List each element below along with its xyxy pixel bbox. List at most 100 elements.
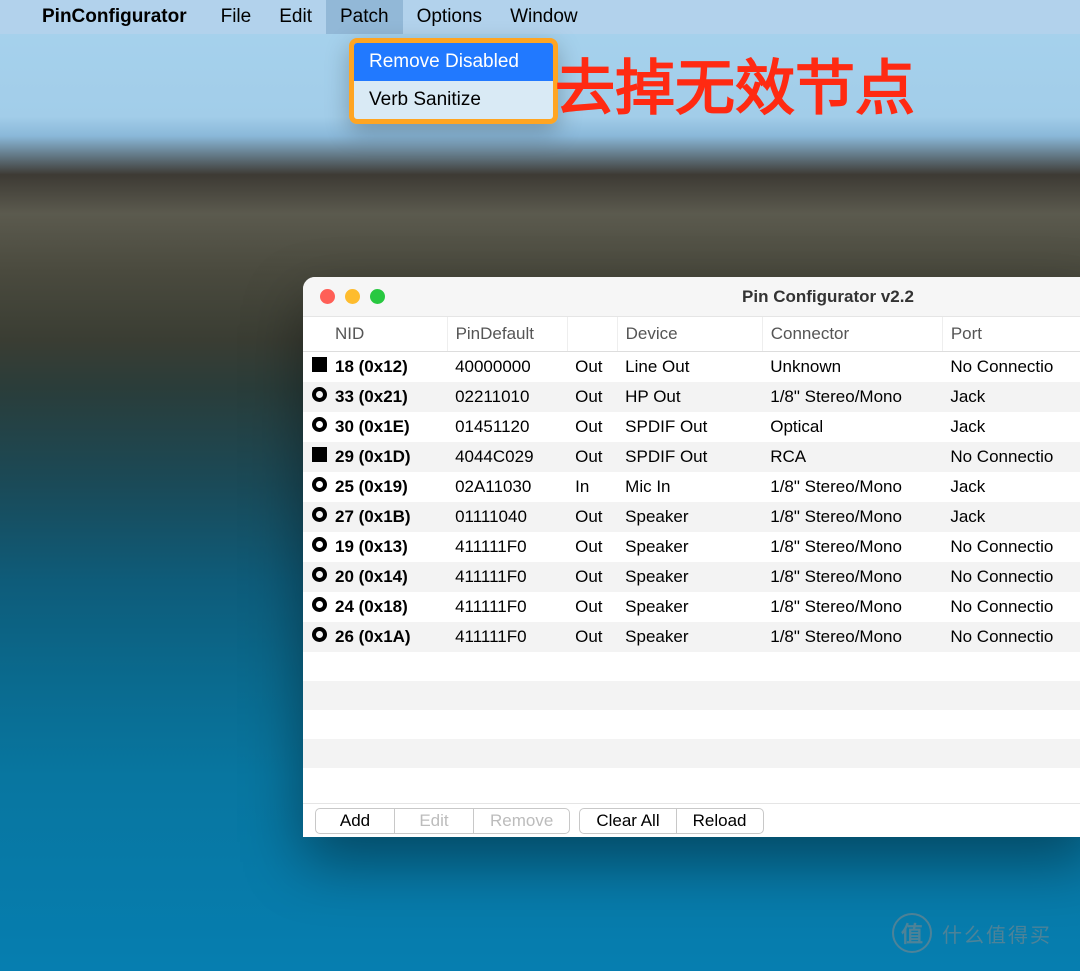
edit-button[interactable]: Edit <box>394 808 474 834</box>
cell-port: No Connectio <box>942 352 1080 383</box>
col-connector[interactable]: Connector <box>762 317 942 352</box>
shape-icon <box>303 562 327 592</box>
menu-window[interactable]: Window <box>496 0 592 34</box>
cell-connector: 1/8" Stereo/Mono <box>762 562 942 592</box>
table-row[interactable]: 24 (0x18)411111F0OutSpeaker1/8" Stereo/M… <box>303 592 1080 622</box>
dropdown-verb-sanitize[interactable]: Verb Sanitize <box>354 81 553 119</box>
table-row[interactable]: 27 (0x1B)01111040OutSpeaker1/8" Stereo/M… <box>303 502 1080 532</box>
cell-device: Speaker <box>617 622 762 652</box>
cell-pindefault: 40000000 <box>447 352 567 383</box>
cell-port: No Connectio <box>942 592 1080 622</box>
app-name[interactable]: PinConfigurator <box>42 6 187 28</box>
cell-port: No Connectio <box>942 442 1080 472</box>
titlebar[interactable]: Pin Configurator v2.2 <box>303 277 1080 317</box>
cell-device: HP Out <box>617 382 762 412</box>
table-row[interactable]: 30 (0x1E)01451120OutSPDIF OutOpticalJack <box>303 412 1080 442</box>
shape-icon <box>303 622 327 652</box>
pin-configurator-window: Pin Configurator v2.2 NID PinDefault Dev… <box>303 277 1080 837</box>
empty-row <box>303 739 1080 768</box>
table-row[interactable]: 25 (0x19)02A11030InMic In1/8" Stereo/Mon… <box>303 472 1080 502</box>
cell-pindefault: 01111040 <box>447 502 567 532</box>
cell-dir: Out <box>567 352 617 383</box>
cell-nid: 29 (0x1D) <box>327 442 447 472</box>
cell-nid: 33 (0x21) <box>327 382 447 412</box>
cell-pindefault: 411111F0 <box>447 562 567 592</box>
cell-dir: Out <box>567 412 617 442</box>
col-nid[interactable]: NID <box>327 317 447 352</box>
patch-dropdown: Remove Disabled Verb Sanitize <box>349 38 558 124</box>
table-row[interactable]: 19 (0x13)411111F0OutSpeaker1/8" Stereo/M… <box>303 532 1080 562</box>
cell-connector: 1/8" Stereo/Mono <box>762 622 942 652</box>
watermark-text: 什么值得买 <box>942 919 1052 948</box>
table-row[interactable]: 26 (0x1A)411111F0OutSpeaker1/8" Stereo/M… <box>303 622 1080 652</box>
clear-all-button[interactable]: Clear All <box>579 808 676 834</box>
cell-dir: Out <box>567 532 617 562</box>
table-row[interactable]: 18 (0x12)40000000OutLine OutUnknownNo Co… <box>303 352 1080 383</box>
cell-dir: Out <box>567 622 617 652</box>
empty-row <box>303 681 1080 710</box>
menu-options[interactable]: Options <box>403 0 496 34</box>
cell-connector: 1/8" Stereo/Mono <box>762 502 942 532</box>
menu-edit[interactable]: Edit <box>265 0 326 34</box>
cell-dir: Out <box>567 502 617 532</box>
table-row[interactable]: 33 (0x21)02211010OutHP Out1/8" Stereo/Mo… <box>303 382 1080 412</box>
cell-port: Jack <box>942 502 1080 532</box>
cell-dir: Out <box>567 592 617 622</box>
table-header-row: NID PinDefault Device Connector Port <box>303 317 1080 352</box>
cell-connector: RCA <box>762 442 942 472</box>
window-title: Pin Configurator v2.2 <box>303 287 1080 307</box>
cell-device: Speaker <box>617 562 762 592</box>
cell-pindefault: 4044C029 <box>447 442 567 472</box>
col-device[interactable]: Device <box>617 317 762 352</box>
cell-pindefault: 02211010 <box>447 382 567 412</box>
cell-nid: 30 (0x1E) <box>327 412 447 442</box>
cell-nid: 24 (0x18) <box>327 592 447 622</box>
watermark: 值 什么值得买 <box>892 913 1052 953</box>
reload-button[interactable]: Reload <box>676 808 764 834</box>
menu-patch[interactable]: Patch <box>326 0 403 34</box>
empty-row <box>303 652 1080 681</box>
col-port[interactable]: Port <box>942 317 1080 352</box>
add-button[interactable]: Add <box>315 808 395 834</box>
table-row[interactable]: 20 (0x14)411111F0OutSpeaker1/8" Stereo/M… <box>303 562 1080 592</box>
action-segment: Clear All Reload <box>579 808 762 834</box>
dropdown-remove-disabled[interactable]: Remove Disabled <box>354 43 553 81</box>
cell-pindefault: 411111F0 <box>447 532 567 562</box>
cell-device: Mic In <box>617 472 762 502</box>
cell-device: Speaker <box>617 502 762 532</box>
shape-icon <box>303 472 327 502</box>
col-shape[interactable] <box>303 317 327 352</box>
button-bar: Add Edit Remove Clear All Reload <box>303 803 1080 837</box>
col-dir[interactable] <box>567 317 617 352</box>
empty-row <box>303 710 1080 739</box>
cell-connector: 1/8" Stereo/Mono <box>762 472 942 502</box>
cell-port: No Connectio <box>942 562 1080 592</box>
cell-nid: 25 (0x19) <box>327 472 447 502</box>
cell-connector: 1/8" Stereo/Mono <box>762 382 942 412</box>
menu-file[interactable]: File <box>207 0 266 34</box>
cell-dir: Out <box>567 382 617 412</box>
cell-port: Jack <box>942 472 1080 502</box>
watermark-icon: 值 <box>892 913 932 953</box>
cell-connector: Optical <box>762 412 942 442</box>
cell-connector: 1/8" Stereo/Mono <box>762 592 942 622</box>
shape-icon <box>303 352 327 383</box>
cell-pindefault: 411111F0 <box>447 592 567 622</box>
cell-dir: In <box>567 472 617 502</box>
cell-device: SPDIF Out <box>617 412 762 442</box>
cell-dir: Out <box>567 442 617 472</box>
cell-device: Speaker <box>617 592 762 622</box>
empty-row <box>303 768 1080 797</box>
shape-icon <box>303 382 327 412</box>
cell-connector: 1/8" Stereo/Mono <box>762 532 942 562</box>
annotation-text: 去掉无效节点 <box>555 40 915 127</box>
cell-port: Jack <box>942 412 1080 442</box>
remove-button[interactable]: Remove <box>473 808 570 834</box>
cell-device: Line Out <box>617 352 762 383</box>
cell-port: Jack <box>942 382 1080 412</box>
col-pindefault[interactable]: PinDefault <box>447 317 567 352</box>
shape-icon <box>303 592 327 622</box>
pin-table-wrap: NID PinDefault Device Connector Port 18 … <box>303 317 1080 803</box>
table-row[interactable]: 29 (0x1D)4044C029OutSPDIF OutRCANo Conne… <box>303 442 1080 472</box>
shape-icon <box>303 412 327 442</box>
